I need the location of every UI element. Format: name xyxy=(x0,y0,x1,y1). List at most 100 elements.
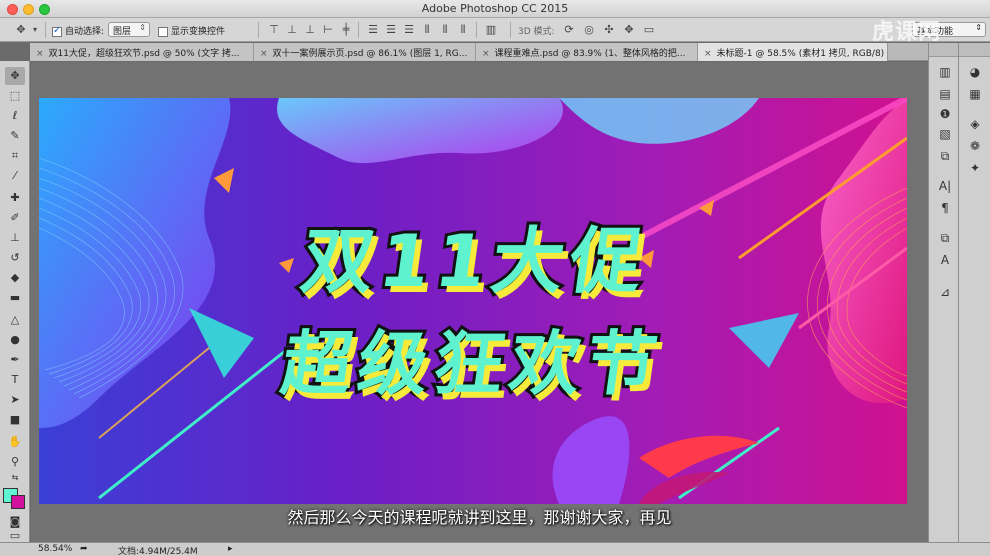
distribute-right-icon[interactable]: ⫴ xyxy=(456,23,470,37)
divider xyxy=(258,22,259,38)
distribute-vcenter-icon[interactable]: ☰ xyxy=(384,23,398,37)
paragraph-styles-icon[interactable]: A xyxy=(935,251,955,269)
eraser-icon[interactable]: ◆ xyxy=(5,269,25,287)
divider xyxy=(476,22,477,38)
distribute-top-icon[interactable]: ☰ xyxy=(366,23,380,37)
auto-select-value: 图层 xyxy=(113,27,132,37)
move-icon[interactable]: ✥ xyxy=(5,67,25,85)
layer-comps-icon[interactable]: ▧ xyxy=(935,125,955,143)
tab-document-3[interactable]: × 课程重难点.psd @ 83.9% (1、整体风格的把... xyxy=(476,43,698,61)
headline-line-1[interactable]: 双11大促 xyxy=(39,202,907,307)
panel-dock-main: ◕ ▦ ◈ ❁ ✦ xyxy=(958,43,990,542)
3d-scale-icon[interactable]: ▭ xyxy=(642,23,656,37)
clone-source-icon[interactable]: ⧉ xyxy=(935,147,955,165)
footer-right xyxy=(928,542,990,556)
dropdown-arrow-icon: ⇕ xyxy=(975,23,982,32)
healing-icon[interactable]: ✚ xyxy=(5,189,25,207)
status-share-icon[interactable]: ➦ xyxy=(80,544,88,554)
divider xyxy=(45,22,46,38)
mode-3d-label: 3D 模式: xyxy=(518,27,555,37)
auto-select-option[interactable]: 自动选择: xyxy=(52,24,104,37)
pen-icon[interactable]: ✒ xyxy=(5,351,25,369)
path-select-icon[interactable]: ➤ xyxy=(5,391,25,409)
stamp-icon[interactable]: ⊥ xyxy=(5,229,25,247)
quick-select-icon[interactable]: ✎ xyxy=(5,127,25,145)
photoshop-window: Adobe Photoshop CC 2015 ✥ ▾ 自动选择: 图层 ⇕ 显示… xyxy=(0,0,990,556)
tab-label: 双11大促，超级狂欢节.psd @ 50% (文字 拷... xyxy=(48,49,240,59)
dodge-icon[interactable]: ● xyxy=(5,331,25,349)
chevron-down-icon[interactable]: ▾ xyxy=(28,23,42,37)
close-tab-icon[interactable]: × xyxy=(704,49,712,59)
history-brush-icon[interactable]: ↺ xyxy=(5,249,25,267)
align-hcenter-icon[interactable]: ╪ xyxy=(339,23,353,37)
align-vcenter-icon[interactable]: ⊥ xyxy=(285,23,299,37)
distribute-hcenter-icon[interactable]: ⫴ xyxy=(438,23,452,37)
divider xyxy=(358,22,359,38)
distribute-bottom-icon[interactable]: ☰ xyxy=(402,23,416,37)
swap-colors-icon[interactable]: ⇆ xyxy=(5,471,25,485)
show-transform-checkbox[interactable] xyxy=(158,26,168,37)
auto-select-label: 自动选择: xyxy=(65,27,105,37)
auto-select-dropdown[interactable]: 图层 ⇕ xyxy=(108,22,150,37)
info-icon[interactable]: ❶ xyxy=(935,105,955,123)
layers-icon[interactable]: ◈ xyxy=(965,115,985,133)
measurement-icon[interactable]: ⊿ xyxy=(935,283,955,301)
status-menu-icon[interactable]: ▸ xyxy=(228,544,233,554)
hand-icon[interactable]: ✋ xyxy=(5,433,25,451)
align-top-icon[interactable]: ⊤ xyxy=(267,23,281,37)
paragraph-icon[interactable]: ¶ xyxy=(935,199,955,217)
align-bottom-icon[interactable]: ⊥ xyxy=(303,23,317,37)
tab-document-4[interactable]: × 未标题-1 @ 58.5% (素材1 拷贝, RGB/8) xyxy=(698,43,888,61)
background-color-swatch[interactable] xyxy=(11,495,25,509)
window-title: Adobe Photoshop CC 2015 xyxy=(421,2,569,15)
brush-icon[interactable]: ✐ xyxy=(5,209,25,227)
document-info[interactable]: 文档:4.94M/25.4M xyxy=(118,544,198,556)
show-transform-option[interactable]: 显示变换控件 xyxy=(158,24,225,37)
dock-header xyxy=(959,43,990,57)
rectangle-icon[interactable]: ■ xyxy=(5,411,25,429)
close-tab-icon[interactable]: × xyxy=(36,49,44,59)
lasso-icon[interactable]: ℓ xyxy=(5,107,25,125)
auto-select-checkbox[interactable] xyxy=(52,25,62,37)
eyedropper-icon[interactable]: ⁄ xyxy=(5,167,25,185)
zoom-icon[interactable]: ⚲ xyxy=(5,453,25,471)
close-tab-icon[interactable]: × xyxy=(482,49,490,59)
align-left-icon[interactable]: ⊢ xyxy=(321,23,335,37)
gradient-icon[interactable]: ▬ xyxy=(5,289,25,307)
divider xyxy=(510,22,511,38)
tab-document-1[interactable]: × 双11大促，超级狂欢节.psd @ 50% (文字 拷... xyxy=(30,43,254,61)
swatches-icon[interactable]: ▦ xyxy=(965,85,985,103)
paths-icon[interactable]: ✦ xyxy=(965,159,985,177)
3d-drag-icon[interactable]: ✣ xyxy=(602,23,616,37)
marquee-icon[interactable]: ⬚ xyxy=(5,87,25,105)
move-tool-preset-icon[interactable]: ✥ xyxy=(14,23,28,37)
document-tabs: × 双11大促，超级狂欢节.psd @ 50% (文字 拷... × 双十一案例展示… xyxy=(30,43,928,61)
show-transform-label: 显示变换控件 xyxy=(171,27,226,37)
3d-rotate-icon[interactable]: ⟳ xyxy=(562,23,576,37)
blur-icon[interactable]: △ xyxy=(5,311,25,329)
canvas-area[interactable]: 双11大促 超级狂欢节 然后那么今天的课程呢就讲到这里，那谢谢大家，再见 xyxy=(31,62,928,542)
navigator-icon[interactable]: ▤ xyxy=(935,85,955,103)
screen-mode-icon[interactable]: ▭ xyxy=(5,530,25,541)
character-icon[interactable]: A| xyxy=(935,177,955,195)
options-bar: ✥ ▾ 自动选择: 图层 ⇕ 显示变换控件 ⊤ ⊥ ⊥ ⊢ ╪ ☰ ☰ ☰ ⫴ ⫴… xyxy=(0,18,990,42)
close-tab-icon[interactable]: × xyxy=(260,49,268,59)
video-subtitle: 然后那么今天的课程呢就讲到这里，那谢谢大家，再见 xyxy=(287,508,672,527)
watermark-logo: 虎课网 xyxy=(872,20,942,45)
character-styles-icon[interactable]: ⧉ xyxy=(935,229,955,247)
3d-slide-icon[interactable]: ✥ xyxy=(622,23,636,37)
panel-dock-collapsed: ▥ ▤ ❶ ▧ ⧉ A| ¶ ⧉ A ⊿ xyxy=(928,43,958,542)
3d-roll-icon[interactable]: ◎ xyxy=(582,23,596,37)
zoom-level[interactable]: 58.54% xyxy=(38,544,72,554)
tab-label: 课程重难点.psd @ 83.9% (1、整体风格的把... xyxy=(494,49,686,59)
footer-left xyxy=(0,542,30,556)
histogram-icon[interactable]: ▥ xyxy=(935,63,955,81)
distribute-left-icon[interactable]: ⫴ xyxy=(420,23,434,37)
tab-document-2[interactable]: × 双十一案例展示页.psd @ 86.1% (图层 1, RG... xyxy=(254,43,476,61)
auto-align-icon[interactable]: ▥ xyxy=(484,23,498,37)
crop-icon[interactable]: ⌗ xyxy=(5,147,25,165)
type-icon[interactable]: T xyxy=(5,371,25,389)
headline-line-2[interactable]: 超级狂欢节 xyxy=(39,308,907,409)
color-palette-icon[interactable]: ◕ xyxy=(965,63,985,81)
channels-icon[interactable]: ❁ xyxy=(965,137,985,155)
